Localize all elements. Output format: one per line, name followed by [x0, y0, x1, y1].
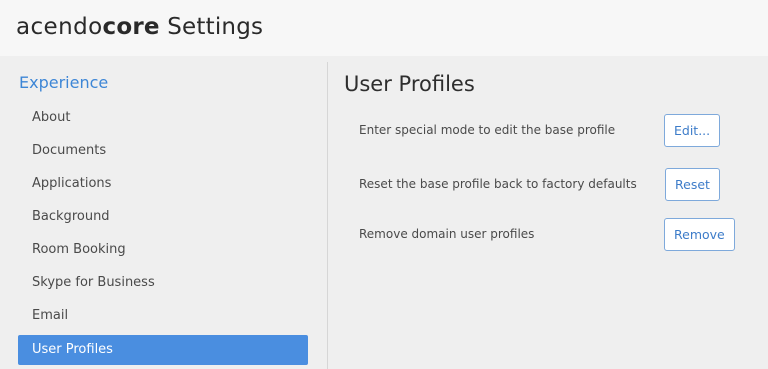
setting-description: Enter special mode to edit the base prof… — [359, 123, 616, 137]
sidebar-item-skype-for-business[interactable]: Skype for Business — [18, 267, 308, 300]
title-bar: acendocore Settings — [0, 0, 768, 56]
window-title-text: Settings — [167, 14, 264, 40]
sidebar-item-email[interactable]: Email — [18, 300, 308, 333]
logo-core: core — [102, 14, 160, 40]
setting-row-edit: Enter special mode to edit the base prof… — [328, 113, 768, 151]
window-title: acendocore Settings — [16, 14, 263, 40]
sidebar-item-about[interactable]: About — [18, 102, 308, 135]
logo-acendo: acendo — [16, 14, 103, 40]
sidebar: Experience About Documents Applications … — [0, 56, 327, 369]
setting-description: Remove domain user profiles — [359, 227, 535, 241]
reset-button[interactable]: Reset — [665, 168, 720, 201]
edit-button[interactable]: Edit... — [664, 114, 721, 147]
settings-window: acendocore Settings Experience About Doc… — [0, 0, 768, 369]
main-panel: User Profiles Enter special mode to edit… — [328, 56, 768, 369]
sidebar-item-applications[interactable]: Applications — [18, 168, 308, 201]
sidebar-item-room-booking[interactable]: Room Booking — [18, 234, 308, 267]
sidebar-item-user-profiles[interactable]: User Profiles — [18, 335, 308, 365]
setting-row-remove: Remove domain user profiles Remove — [328, 217, 768, 255]
remove-button[interactable]: Remove — [664, 218, 735, 251]
setting-description: Reset the base profile back to factory d… — [359, 177, 637, 191]
sidebar-section-heading: Experience — [19, 73, 109, 92]
setting-row-reset: Reset the base profile back to factory d… — [328, 167, 768, 205]
sidebar-item-background[interactable]: Background — [18, 201, 308, 234]
sidebar-item-documents[interactable]: Documents — [18, 135, 308, 168]
sidebar-nav: About Documents Applications Background … — [18, 102, 308, 365]
page-title: User Profiles — [344, 72, 475, 96]
